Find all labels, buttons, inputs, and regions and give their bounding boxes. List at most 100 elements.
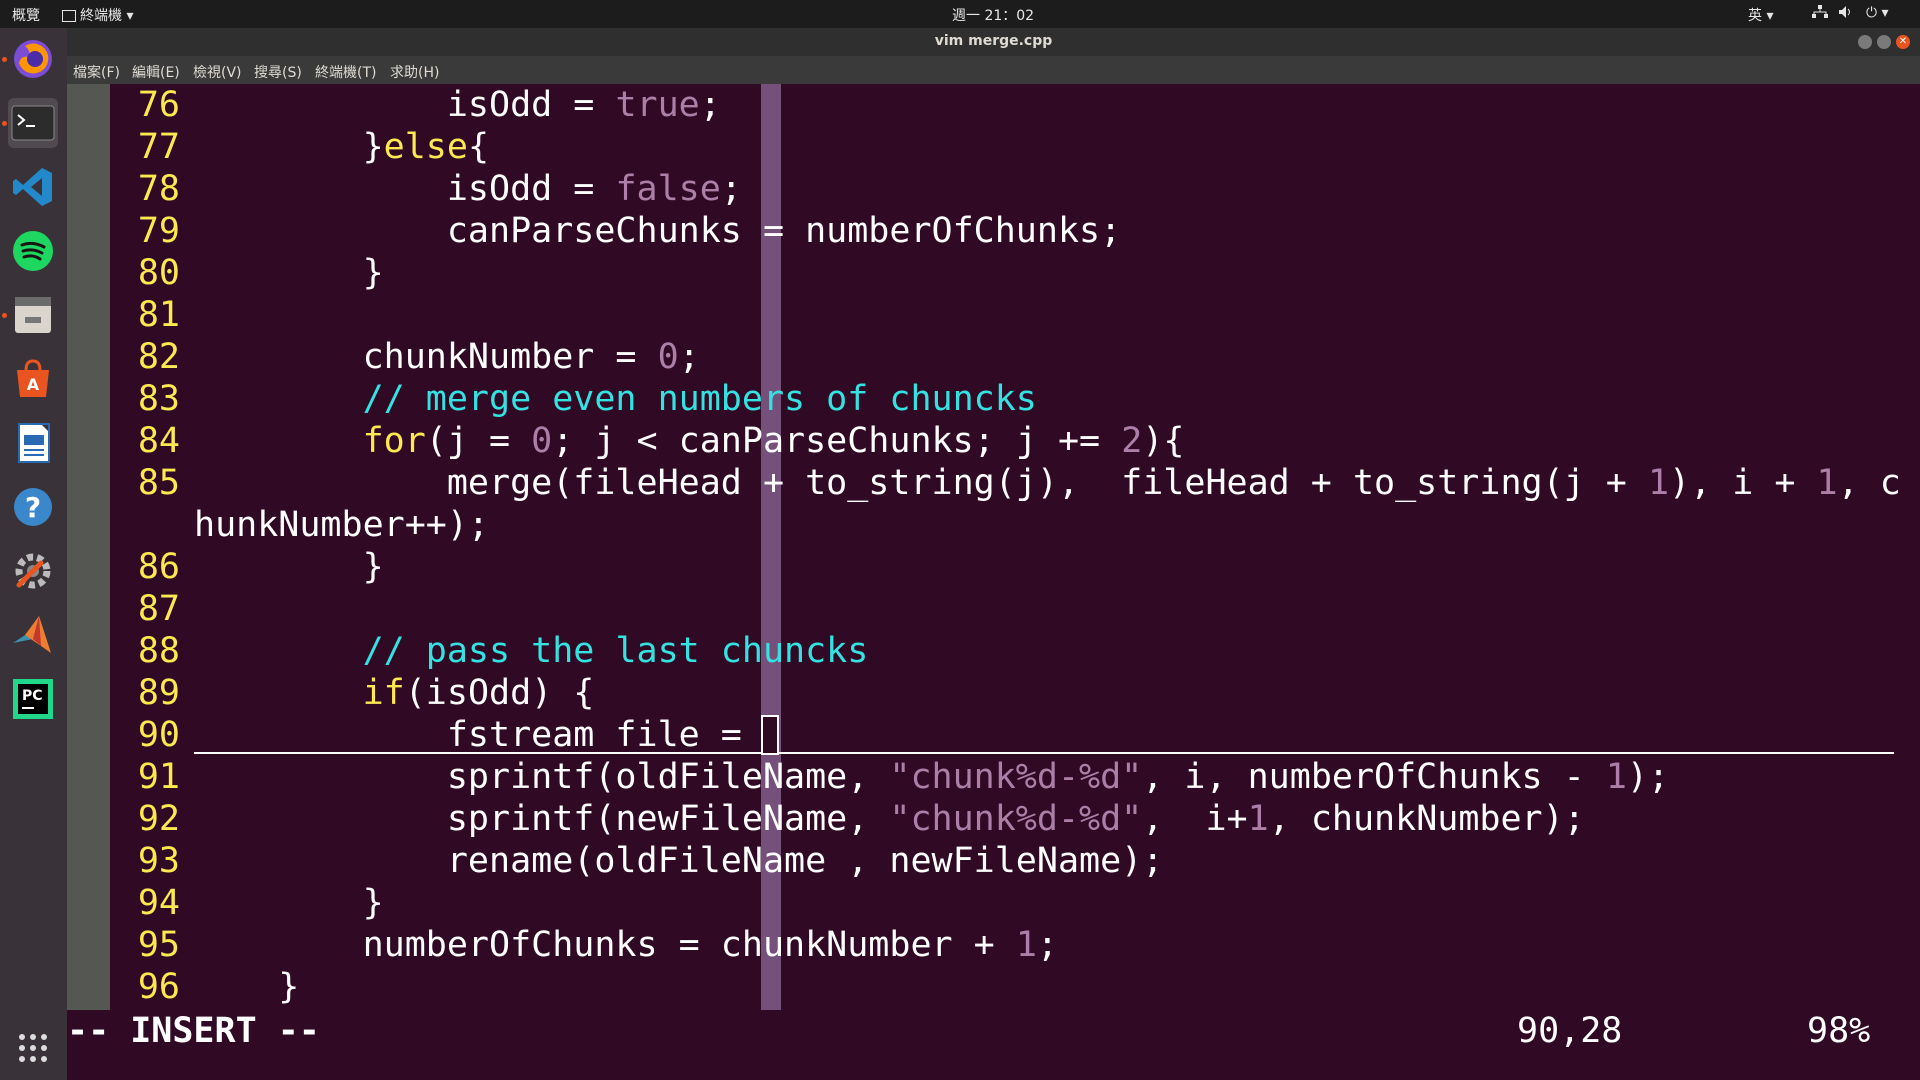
input-method-indicator[interactable]: 英 ▾: [1748, 5, 1773, 25]
settings-icon: [15, 553, 51, 589]
vscode-icon: [13, 168, 52, 206]
line-number: 95: [137, 925, 180, 965]
line-number: 88: [137, 631, 180, 671]
code-token: }: [194, 883, 384, 923]
running-indicator: [2, 313, 7, 318]
dock-app-pycharm[interactable]: PC: [8, 674, 58, 724]
code-token: );: [1626, 757, 1670, 797]
code-token: , c: [1837, 463, 1901, 503]
line-number: 90: [137, 715, 180, 755]
activities-button[interactable]: 概覽: [12, 5, 40, 25]
code-token: else: [383, 127, 468, 167]
svg-text:PC: PC: [22, 688, 43, 704]
menu-terminal[interactable]: 終端機(T): [315, 62, 376, 82]
matlab-icon: [13, 616, 51, 653]
dock-app-vscode[interactable]: [8, 162, 58, 212]
minimize-button[interactable]: [1858, 35, 1872, 49]
code-token: if: [362, 673, 405, 713]
dock-app-settings[interactable]: [8, 546, 58, 596]
power-icon: ⏻: [1866, 5, 1878, 21]
menu-edit[interactable]: 編輯(E): [132, 62, 180, 82]
dock-app-software-center[interactable]: A: [8, 354, 58, 404]
code-text: hunkNumber++);: [194, 504, 489, 546]
dock-app-firefox[interactable]: [8, 34, 58, 84]
code-token: merge(fileHead + to_string(j), fileHead …: [194, 463, 1648, 503]
show-applications-button[interactable]: [8, 1028, 58, 1068]
text-cursor: [761, 715, 779, 755]
dock-app-spotify[interactable]: [8, 226, 58, 276]
code-token: canParseChunks = numberOfChunks;: [194, 211, 1122, 251]
svg-text:?: ?: [25, 491, 41, 524]
code-token: }: [194, 967, 300, 1007]
code-token: (j =: [425, 421, 532, 461]
window-titlebar[interactable]: vim merge.cpp ✕: [67, 28, 1920, 56]
volume-icon[interactable]: [1838, 5, 1854, 23]
code-token: ; j < canParseChunks; j +=: [552, 421, 1122, 461]
code-text: merge(fileHead + to_string(j), fileHead …: [194, 462, 1901, 504]
code-token: fstream file =: [194, 715, 763, 755]
network-icon[interactable]: [1812, 5, 1828, 23]
dock-app-terminal[interactable]: [8, 98, 58, 148]
libreoffice-writer-icon: [18, 423, 50, 463]
line-number: 96: [137, 967, 180, 1007]
code-text: for(j = 0; j < canParseChunks; j += 2){: [194, 420, 1185, 462]
dock-app-files[interactable]: [8, 290, 58, 340]
line-number: 77: [137, 127, 180, 167]
code-token: false: [615, 169, 721, 209]
svg-text:A: A: [27, 375, 40, 394]
menu-search[interactable]: 搜尋(S): [254, 62, 302, 82]
code-token: 0: [531, 421, 553, 461]
code-text: sprintf(oldFileName, "chunk%d-%d", i, nu…: [194, 756, 1669, 798]
line-number: 92: [137, 799, 180, 839]
code-token: 1: [1816, 463, 1838, 503]
running-indicator: [2, 57, 7, 62]
app-menu[interactable]: 終端機 ▾: [62, 5, 133, 25]
software-center-icon: A: [17, 359, 49, 397]
code-text: }: [194, 252, 384, 294]
line-number: 76: [137, 85, 180, 125]
code-token: sprintf(oldFileName,: [194, 757, 890, 797]
code-text: fstream file =: [194, 714, 763, 756]
clock[interactable]: 週一 21：02: [952, 5, 1034, 25]
dock-app-help[interactable]: ?: [8, 482, 58, 532]
menu-help[interactable]: 求助(H): [390, 62, 439, 82]
code-token: ), i +: [1669, 463, 1817, 503]
dock: A ? PC: [0, 28, 67, 1080]
spotify-icon: [13, 231, 53, 271]
terminal-area[interactable]: 76 isOdd = true; 77 } else{78 isOdd = fals…: [67, 84, 1920, 1080]
code-text: chunkNumber = 0;: [194, 336, 700, 378]
menu-file[interactable]: 檔案(F): [73, 62, 120, 82]
dock-app-writer[interactable]: [8, 418, 58, 468]
code-token: hunkNumber++);: [194, 505, 490, 545]
code-text: isOdd = true;: [194, 84, 721, 126]
maximize-button[interactable]: [1877, 35, 1891, 49]
code-token: ){: [1142, 421, 1185, 461]
code-token: // merge even numbers of chuncks: [194, 379, 1037, 419]
code-token: {: [467, 127, 490, 167]
code-token: , i, numberOfChunks -: [1142, 757, 1606, 797]
power-menu[interactable]: ⏻ ▾: [1866, 5, 1889, 21]
code-text: numberOfChunks = chunkNumber + 1;: [194, 924, 1058, 966]
code-token: , i+: [1142, 799, 1248, 839]
close-button[interactable]: ✕: [1896, 35, 1910, 49]
mode-indicator: -- INSERT --: [67, 1011, 320, 1051]
code-token: numberOfChunks = chunkNumber +: [194, 925, 1016, 965]
window-title: vim merge.cpp: [934, 33, 1053, 49]
line-number: 82: [137, 337, 180, 377]
code-token: 1: [1647, 463, 1670, 503]
menu-view[interactable]: 檢視(V): [193, 62, 242, 82]
code-text: // pass the last chuncks: [194, 630, 869, 672]
code-text: sprintf(newFileName, "chunk%d-%d", i+1, …: [194, 798, 1585, 840]
line-number: 79: [137, 211, 180, 251]
line-number: 78: [137, 169, 180, 209]
cursor-position: 90,28: [1517, 1011, 1623, 1051]
status-line: -- INSERT -- 90,28 98%: [67, 1010, 1920, 1052]
code-text: rename(oldFileName , newFileName);: [194, 840, 1163, 882]
code-text: isOdd = false;: [194, 168, 742, 210]
dock-app-matlab[interactable]: [8, 610, 58, 660]
code-token: "chunk%d-%d": [889, 799, 1143, 839]
code-token: }: [194, 253, 384, 293]
scroll-percent: 98%: [1807, 1011, 1871, 1051]
code-token: 1: [1015, 925, 1037, 965]
